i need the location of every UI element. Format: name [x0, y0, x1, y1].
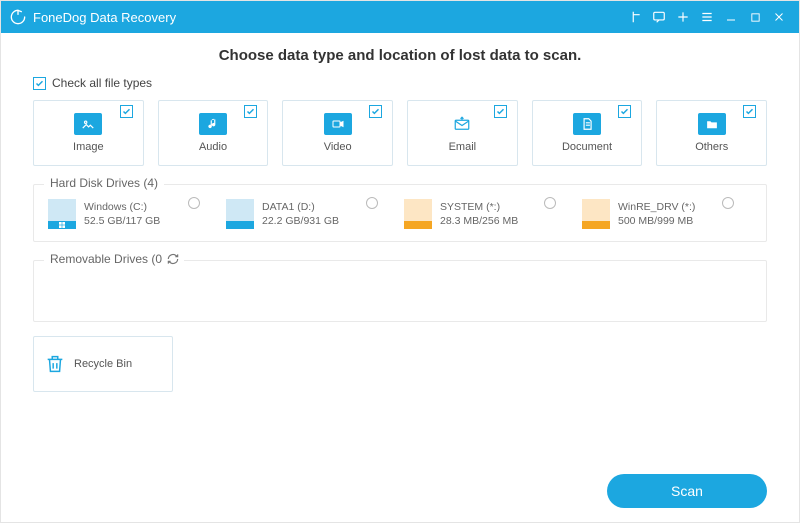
- document-icon: [573, 113, 601, 135]
- hdd-section: Hard Disk Drives (4) Windows (C:)52.5 GB…: [33, 184, 767, 242]
- hdd-list: Windows (C:)52.5 GB/117 GB DATA1 (D:)22.…: [48, 199, 752, 229]
- add-icon[interactable]: [671, 5, 695, 29]
- maximize-button[interactable]: [743, 5, 767, 29]
- audio-icon: [199, 113, 227, 135]
- drive-size: 28.3 MB/256 MB: [440, 214, 518, 228]
- refresh-icon[interactable]: [162, 252, 184, 269]
- drive-name: WinRE_DRV (*:): [618, 200, 695, 214]
- drive-icon: [226, 199, 254, 229]
- menu-icon[interactable]: [695, 5, 719, 29]
- drive-name: SYSTEM (*:): [440, 200, 518, 214]
- type-card-image[interactable]: Image: [33, 100, 144, 166]
- app-title: FoneDog Data Recovery: [33, 10, 623, 25]
- main-content: Choose data type and location of lost da…: [1, 33, 799, 522]
- drive-name: Windows (C:): [84, 200, 160, 214]
- titlebar: FoneDog Data Recovery: [1, 1, 799, 33]
- chat-icon[interactable]: [647, 5, 671, 29]
- type-checkbox[interactable]: [618, 105, 631, 118]
- type-label: Document: [562, 141, 612, 153]
- type-card-others[interactable]: Others: [656, 100, 767, 166]
- removable-legend: Removable Drives (0): [44, 252, 172, 266]
- drive-item[interactable]: WinRE_DRV (*:)500 MB/999 MB: [582, 199, 742, 229]
- type-card-video[interactable]: Video: [282, 100, 393, 166]
- drive-item[interactable]: Windows (C:)52.5 GB/117 GB: [48, 199, 208, 229]
- drive-radio[interactable]: [366, 197, 378, 209]
- type-card-email[interactable]: Email: [407, 100, 518, 166]
- drive-name: DATA1 (D:): [262, 200, 339, 214]
- check-all-row[interactable]: Check all file types: [33, 76, 767, 90]
- type-label: Image: [73, 141, 104, 153]
- scan-button[interactable]: Scan: [607, 474, 767, 508]
- drive-radio[interactable]: [188, 197, 200, 209]
- type-card-document[interactable]: Document: [532, 100, 643, 166]
- drive-icon: [582, 199, 610, 229]
- app-logo-icon: [9, 8, 27, 26]
- recycle-label: Recycle Bin: [74, 358, 132, 370]
- drive-size: 500 MB/999 MB: [618, 214, 695, 228]
- drive-radio[interactable]: [722, 197, 734, 209]
- drive-size: 52.5 GB/117 GB: [84, 214, 160, 228]
- removable-section: Removable Drives (0): [33, 260, 767, 322]
- type-checkbox[interactable]: [494, 105, 507, 118]
- drive-radio[interactable]: [544, 197, 556, 209]
- type-checkbox[interactable]: [743, 105, 756, 118]
- drive-icon: [48, 199, 76, 229]
- type-checkbox[interactable]: [120, 105, 133, 118]
- drive-item[interactable]: DATA1 (D:)22.2 GB/931 GB: [226, 199, 386, 229]
- hdd-legend: Hard Disk Drives (4): [44, 176, 164, 190]
- type-label: Audio: [199, 141, 227, 153]
- recycle-bin-card[interactable]: Recycle Bin: [33, 336, 173, 392]
- close-button[interactable]: [767, 5, 791, 29]
- type-checkbox[interactable]: [244, 105, 257, 118]
- minimize-button[interactable]: [719, 5, 743, 29]
- file-types-row: Image Audio Video Email Document Others: [33, 100, 767, 166]
- drive-icon: [404, 199, 432, 229]
- type-card-audio[interactable]: Audio: [158, 100, 269, 166]
- type-label: Email: [449, 141, 477, 153]
- video-icon: [324, 113, 352, 135]
- type-label: Video: [324, 141, 352, 153]
- type-checkbox[interactable]: [369, 105, 382, 118]
- check-all-label: Check all file types: [52, 76, 152, 90]
- feedback-icon[interactable]: [623, 5, 647, 29]
- image-icon: [74, 113, 102, 135]
- type-label: Others: [695, 141, 728, 153]
- scan-button-label: Scan: [671, 483, 703, 499]
- check-all-checkbox[interactable]: [33, 77, 46, 90]
- trash-icon: [44, 352, 66, 376]
- page-heading: Choose data type and location of lost da…: [33, 47, 767, 64]
- recycle-radio[interactable]: [152, 343, 164, 355]
- email-icon: [448, 113, 476, 135]
- drive-item[interactable]: SYSTEM (*:)28.3 MB/256 MB: [404, 199, 564, 229]
- drive-size: 22.2 GB/931 GB: [262, 214, 339, 228]
- others-icon: [698, 113, 726, 135]
